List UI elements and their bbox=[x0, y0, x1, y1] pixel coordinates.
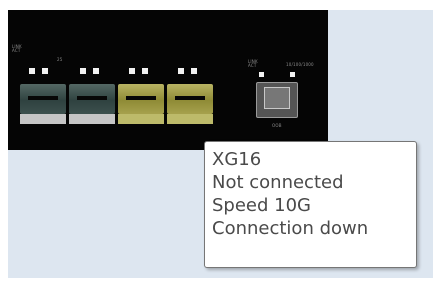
link-led bbox=[178, 68, 184, 74]
switch-view: LINK ACT 25 LINK ACT 10/100/1000 OOB XG1… bbox=[0, 0, 433, 282]
tooltip-speed: Speed 10G bbox=[212, 195, 311, 216]
act-led bbox=[93, 68, 99, 74]
port-tooltip: XG16 Not connected Speed 10G Connection … bbox=[204, 141, 417, 268]
port-lip bbox=[20, 114, 66, 124]
port-lip bbox=[69, 114, 115, 124]
switch-front-panel: LINK ACT 25 LINK ACT 10/100/1000 OOB bbox=[8, 10, 328, 150]
oob-speed-led bbox=[290, 72, 295, 77]
act-led bbox=[42, 68, 48, 74]
sfp-port-2[interactable] bbox=[69, 84, 115, 124]
link-led bbox=[29, 68, 35, 74]
oob-link-act-label: LINK ACT bbox=[248, 59, 258, 68]
oob-port[interactable] bbox=[256, 82, 298, 118]
port-slot bbox=[77, 96, 107, 100]
act-led bbox=[142, 68, 148, 74]
port-lip bbox=[118, 114, 164, 124]
rj45-socket bbox=[264, 87, 290, 109]
tooltip-connection: Connection down bbox=[212, 218, 369, 239]
oob-link-led bbox=[259, 72, 264, 77]
sfp-port-1[interactable] bbox=[20, 84, 66, 124]
act-led bbox=[191, 68, 197, 74]
sfp-port-4[interactable] bbox=[167, 84, 213, 124]
link-led bbox=[80, 68, 86, 74]
oob-label: OOB bbox=[272, 123, 282, 128]
port-group-label: 25 bbox=[57, 57, 63, 62]
link-led bbox=[129, 68, 135, 74]
port-slot bbox=[175, 96, 205, 100]
oob-speed-label: 10/100/1000 bbox=[286, 62, 314, 67]
link-act-label: LINK ACT bbox=[12, 44, 22, 53]
sfp-port-3[interactable] bbox=[118, 84, 164, 124]
port-lip bbox=[167, 114, 213, 124]
port-slot bbox=[28, 96, 58, 100]
port-slot bbox=[126, 96, 156, 100]
tooltip-port-name: XG16 bbox=[212, 149, 262, 170]
tooltip-status: Not connected bbox=[212, 172, 344, 193]
